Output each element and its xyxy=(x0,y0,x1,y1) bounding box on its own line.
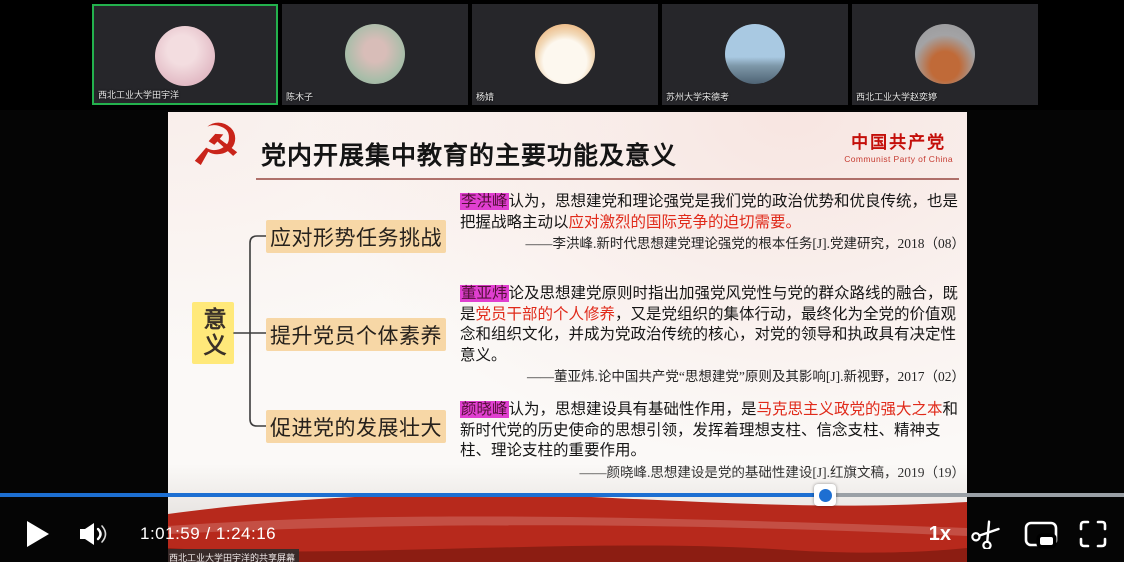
author-highlight: 董亚炜 xyxy=(460,285,509,302)
volume-button[interactable] xyxy=(79,521,111,547)
diagram-bracket-lines xyxy=(168,112,288,452)
participant-tile[interactable]: 陈木子 xyxy=(282,4,468,105)
progress-scrubber[interactable] xyxy=(814,484,836,506)
controls-right: 1x xyxy=(929,513,1108,555)
header-divider xyxy=(256,178,959,180)
quote-text: 认为，思想建设具有基础性作用，是 xyxy=(509,401,757,418)
progress-bar[interactable] xyxy=(0,493,1124,497)
participant-name: 苏州大学宋德考 xyxy=(666,90,729,103)
scissors-icon xyxy=(970,519,1004,549)
controls-left: 1:01:59 / 1:24:16 xyxy=(26,513,276,555)
slide-title: 党内开展集中教育的主要功能及意义 xyxy=(261,136,677,172)
quote-block: 董亚炜论及思想建党原则时指出加强党风党性与党的群众路线的融合，既是党员干部的个人… xyxy=(460,284,965,386)
avatar xyxy=(155,26,215,86)
picture-in-picture-icon xyxy=(1023,519,1059,549)
playback-speed-button[interactable]: 1x xyxy=(929,523,951,546)
citation: ——李洪峰.新时代思想建党理论强党的根本任务[J].党建研究，2018（08） xyxy=(460,235,965,253)
participant-name: 陈木子 xyxy=(286,90,313,103)
brand-en: Communist Party of China xyxy=(844,154,953,164)
fullscreen-icon xyxy=(1078,519,1108,549)
participant-name: 西北工业大学赵奕婷 xyxy=(856,90,937,103)
video-player: 西北工业大学田宇洋 陈木子 杨婧 苏州大学宋德考 西北工业大学赵奕婷 ☭ 党内开… xyxy=(0,0,1124,562)
avatar xyxy=(725,24,785,84)
participant-tile[interactable]: 苏州大学宋德考 xyxy=(662,4,848,105)
slide-brand: 中国共产党 Communist Party of China xyxy=(844,128,953,164)
quote-block: 李洪峰认为，思想建党和理论强党是我们党的政治优势和优良传统，也是把握战略主动以应… xyxy=(460,192,965,253)
diagram-branch-box: 应对形势任务挑战 xyxy=(266,220,446,253)
participant-tile[interactable]: 西北工业大学赵奕婷 xyxy=(852,4,1038,105)
time-display: 1:01:59 / 1:24:16 xyxy=(140,524,276,544)
participant-tile[interactable]: 杨婧 xyxy=(472,4,658,105)
picture-in-picture-button[interactable] xyxy=(1023,519,1059,549)
volume-icon xyxy=(79,521,111,547)
quote-emphasis: 马克思主义政党的强大之本 xyxy=(757,401,943,418)
participant-name: 杨婧 xyxy=(476,90,494,103)
avatar xyxy=(345,24,405,84)
quote-emphasis: 党员干部的个人修养 xyxy=(476,306,616,323)
participant-strip: 西北工业大学田宇洋 陈木子 杨婧 苏州大学宋德考 西北工业大学赵奕婷 xyxy=(0,0,1124,110)
fullscreen-button[interactable] xyxy=(1078,519,1108,549)
progress-played xyxy=(0,493,825,497)
avatar xyxy=(915,24,975,84)
play-icon xyxy=(26,520,50,548)
citation: ——董亚炜.论中国共产党“思想建党”原则及其影响[J].新视野，2017（02） xyxy=(460,368,965,386)
participant-tile[interactable]: 西北工业大学田宇洋 xyxy=(92,4,278,105)
participant-name: 西北工业大学田宇洋 xyxy=(98,88,179,101)
quote-emphasis: 应对激烈的国际竞争的迫切需要。 xyxy=(569,214,802,231)
clip-button[interactable] xyxy=(970,519,1004,549)
author-highlight: 李洪峰 xyxy=(460,193,509,210)
avatar xyxy=(535,24,595,84)
author-highlight: 颜晓峰 xyxy=(460,401,509,418)
play-button[interactable] xyxy=(26,520,50,548)
brand-cn: 中国共产党 xyxy=(844,128,953,153)
diagram-branch-box: 促进党的发展壮大 xyxy=(266,410,446,443)
diagram-branch-box: 提升党员个体素养 xyxy=(266,318,446,351)
